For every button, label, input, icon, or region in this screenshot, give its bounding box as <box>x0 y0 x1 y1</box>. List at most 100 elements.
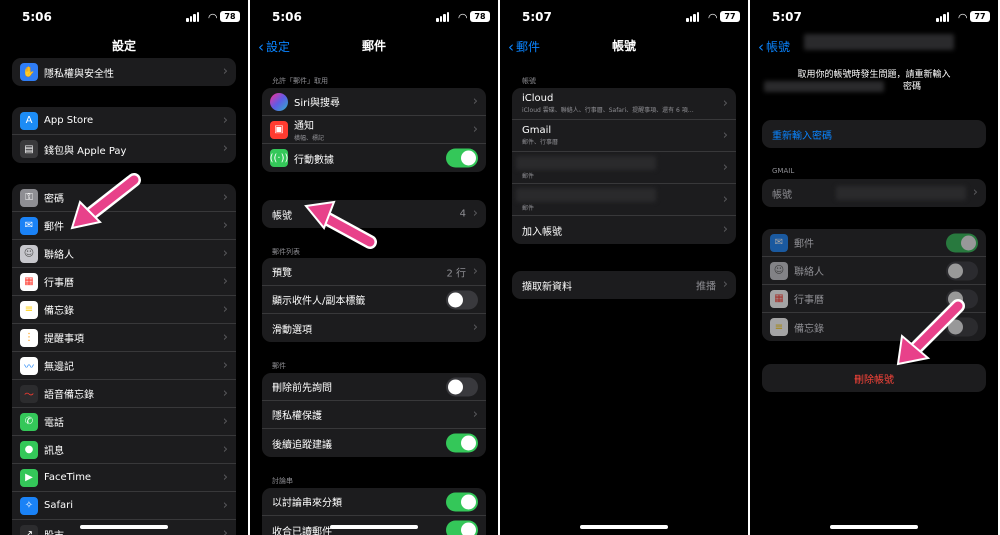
row-label: 帳號 <box>272 210 292 222</box>
settings-item-label: 股市 <box>44 527 64 535</box>
contacts-icon: ☺ <box>20 244 38 263</box>
settings-item-freeform[interactable]: 〰 無邊記 › <box>12 352 236 380</box>
nav-bar: 設定 <box>0 34 248 54</box>
calendar-icon: ▦ <box>770 289 788 308</box>
settings-item-label: 密碼 <box>44 194 64 205</box>
settings-item-label: 提醒事項 <box>44 334 84 345</box>
chevron-right-icon: › <box>222 469 228 485</box>
collapse-read-toggle[interactable] <box>446 520 478 535</box>
signal-icon <box>436 12 450 22</box>
settings-item-notes[interactable]: ≡ 備忘錄 › <box>12 296 236 324</box>
section-header: 郵件列表 <box>272 248 300 256</box>
chevron-left-icon: ‹ <box>758 38 764 56</box>
notes-icon: ≡ <box>20 300 38 319</box>
status-time: 5:07 <box>772 10 802 24</box>
nav-bar: ‹ 設定 郵件 <box>250 34 498 56</box>
settings-item-reminders[interactable]: ⋮ 提醒事項 › <box>12 324 236 352</box>
ask-before-deleting-toggle[interactable] <box>446 377 478 396</box>
fetch-new-data-item[interactable]: 擷取新資料 推播 › <box>512 271 736 299</box>
mail-icon: ✉ <box>770 233 788 252</box>
show-to-cc-toggle[interactable] <box>446 290 478 309</box>
settings-item-app-store[interactable]: A App Store › <box>12 107 236 135</box>
account-item-icloud[interactable]: iCloud iCloud 雲碟、聯絡人、行事曆、Safari、提醒事項、還有 … <box>512 88 736 120</box>
mail-icon: ✉ <box>20 216 38 235</box>
organize-by-thread-toggle[interactable] <box>446 492 478 511</box>
reenter-group: 重新輸入密碼 <box>762 120 986 148</box>
row-label: 通知 <box>294 121 314 132</box>
cellular-data-toggle[interactable] <box>446 148 478 168</box>
accounts-item[interactable]: 帳號 4 › <box>262 200 486 228</box>
add-account-item[interactable]: 加入帳號 › <box>512 216 736 244</box>
back-button[interactable]: ‹ 帳號 <box>758 37 790 56</box>
service-contacts-toggle[interactable] <box>946 261 978 280</box>
row-label: 郵件 <box>794 239 814 250</box>
gmail-account-screen: 5:07 ◠ 77 ‹ 帳號 取用你的帳號時發生問題，請重新輸入 密碼 重新輸入密… <box>750 0 998 535</box>
message-list-group: 預覽 2 行 › 顯示收件人/副本標籤 滑動選項 › <box>262 258 486 342</box>
settings-item-label: App Store <box>44 115 94 126</box>
account-item-redacted[interactable]: 郵件 › <box>512 152 736 184</box>
settings-item-phone[interactable]: ✆ 電話 › <box>12 408 236 436</box>
chevron-right-icon: › <box>722 95 728 111</box>
row-label: 收合已讀郵件 <box>272 526 332 535</box>
reenter-password-button[interactable]: 重新輸入密碼 <box>762 120 986 148</box>
chevron-right-icon: › <box>222 385 228 401</box>
key-icon: ⚿ <box>20 188 38 207</box>
signal-icon <box>936 12 950 22</box>
settings-item-privacy[interactable]: ✋ 隱私權與安全性 › <box>12 58 236 86</box>
siri-search-item[interactable]: Siri與搜尋 › <box>262 88 486 116</box>
row-label: 刪除前先詢問 <box>272 383 332 394</box>
reminders-icon: ⋮ <box>20 328 38 347</box>
chevron-right-icon: › <box>722 159 728 175</box>
service-notes-toggle[interactable] <box>946 317 978 337</box>
notifications-item[interactable]: ▣ 通知 橫幅、標記 › <box>262 116 486 144</box>
settings-item-calendar[interactable]: ▦ 行事曆 › <box>12 268 236 296</box>
error-message-line: 密碼 <box>902 82 921 92</box>
settings-item-wallet[interactable]: ▤ 錢包與 Apple Pay › <box>12 135 236 163</box>
button-label: 重新輸入密碼 <box>772 130 832 142</box>
page-title: 帳號 <box>611 39 636 53</box>
settings-item-label: 電話 <box>44 418 64 429</box>
settings-item-safari[interactable]: ✧ Safari › <box>12 492 236 520</box>
redacted-text <box>836 186 966 200</box>
notifications-icon: ▣ <box>270 120 288 139</box>
status-bar: 5:07 ◠ 77 <box>500 8 748 26</box>
settings-item-messages[interactable]: ● 訊息 › <box>12 436 236 464</box>
hand-icon: ✋ <box>20 63 38 81</box>
section-header: 允許「郵件」取用 <box>272 77 328 85</box>
cellular-data-item: ((·)) 行動數據 <box>262 144 486 172</box>
row-label: 以討論串來分類 <box>272 498 342 509</box>
page-title: 郵件 <box>361 39 386 53</box>
ask-before-deleting-item: 刪除前先詢問 <box>262 373 486 401</box>
account-item[interactable]: 帳號 › <box>762 179 986 207</box>
account-item-redacted[interactable]: 郵件 › <box>512 184 736 216</box>
messages-icon: ● <box>20 440 38 459</box>
settings-item-facetime[interactable]: ▶ FaceTime › <box>12 464 236 492</box>
settings-item-label: FaceTime <box>44 472 92 483</box>
calendar-icon: ▦ <box>20 272 38 291</box>
settings-item-voice-memos[interactable]: 〜 語音備忘錄 › <box>12 380 236 408</box>
swipe-options-item[interactable]: 滑動選項 › <box>262 314 486 342</box>
service-calendar-toggle[interactable] <box>946 289 978 308</box>
settings-item-mail[interactable]: ✉ 郵件 › <box>12 212 236 240</box>
freeform-icon: 〰 <box>20 356 38 375</box>
battery-icon: 77 <box>720 11 740 22</box>
settings-item-contacts[interactable]: ☺ 聯絡人 › <box>12 240 236 268</box>
follow-up-suggestions-toggle[interactable] <box>446 433 478 453</box>
chevron-right-icon: › <box>222 273 228 289</box>
follow-up-suggestions-item: 後續追蹤建議 <box>262 429 486 457</box>
chevron-right-icon: › <box>222 189 228 205</box>
settings-item-label: 錢包與 Apple Pay <box>44 145 127 157</box>
account-item-gmail[interactable]: Gmail 郵件、行事曆 › <box>512 120 736 152</box>
settings-group-privacy: ✋ 隱私權與安全性 › <box>12 58 236 86</box>
chevron-right-icon: › <box>222 497 228 513</box>
privacy-protection-item[interactable]: 隱私權保護 › <box>262 401 486 429</box>
service-mail-toggle[interactable] <box>946 233 978 252</box>
delete-account-button[interactable]: 刪除帳號 <box>762 364 986 392</box>
safari-icon: ✧ <box>20 496 38 515</box>
settings-item-label: 郵件 <box>44 222 64 233</box>
account-services: iCloud 雲碟、聯絡人、行事曆、Safari、提醒事項、還有 6 項… <box>522 107 694 114</box>
preview-item[interactable]: 預覽 2 行 › <box>262 258 486 286</box>
accounts-list: iCloud iCloud 雲碟、聯絡人、行事曆、Safari、提醒事項、還有 … <box>512 88 736 244</box>
chevron-right-icon: › <box>722 127 728 143</box>
settings-item-passwords[interactable]: ⚿ 密碼 › <box>12 184 236 212</box>
